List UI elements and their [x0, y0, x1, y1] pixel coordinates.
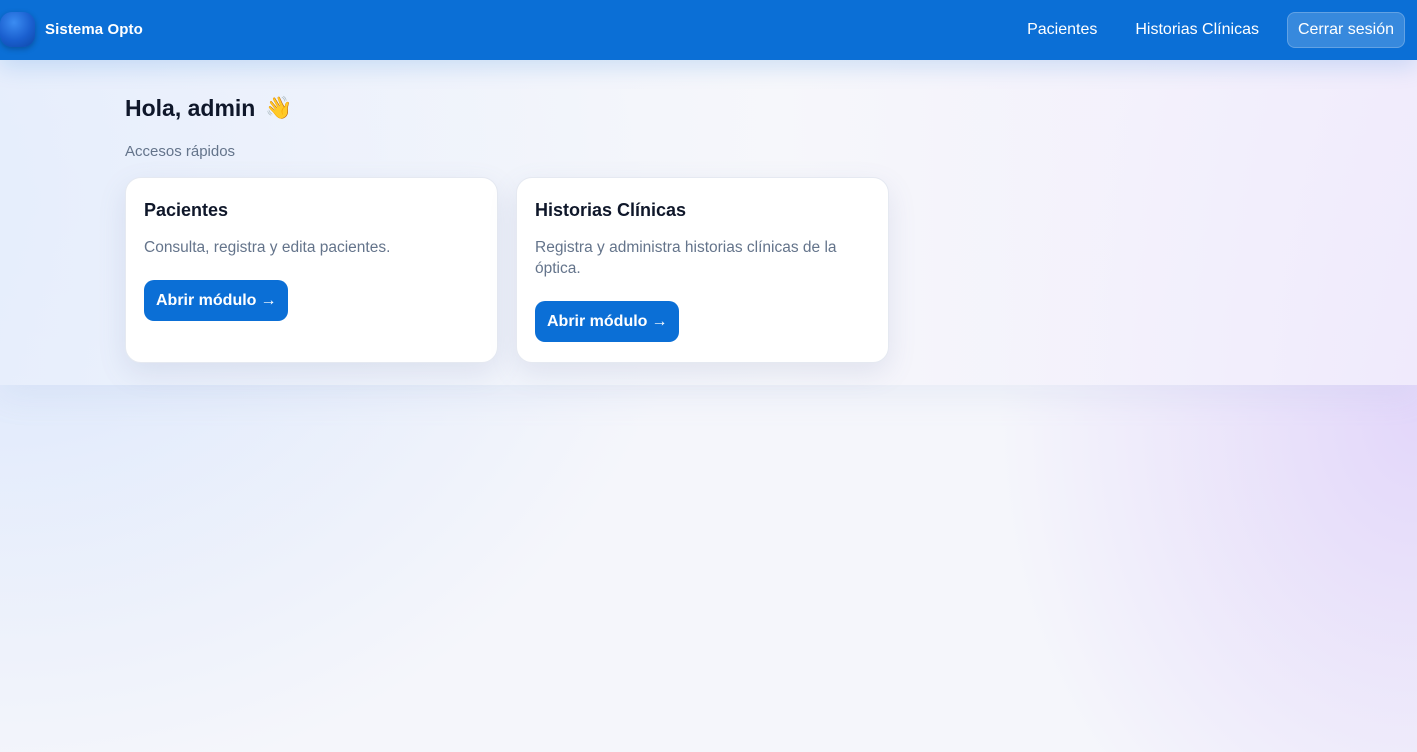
logout-button[interactable]: Cerrar sesión [1286, 11, 1405, 48]
brand-name[interactable]: Sistema Opto [45, 20, 143, 40]
page-title: Hola, admin 👋 [125, 94, 293, 122]
waving-hand-icon: 👋 [265, 95, 293, 120]
button-label: Abrir módulo [156, 291, 257, 309]
card-historias-clinicas: Historias Clínicas Registra y administra… [516, 177, 889, 363]
arrow-right-icon: → [260, 291, 277, 309]
main-nav: Pacientes Historias Clínicas Cerrar sesi… [1008, 11, 1405, 48]
card-description: Registra y administra historias clínicas… [535, 239, 837, 277]
app-logo-icon[interactable] [0, 12, 35, 47]
quick-access-label: Accesos rápidos [125, 143, 236, 160]
card-title: Historias Clínicas [535, 200, 687, 220]
open-pacientes-module-button[interactable]: Abrir módulo → [144, 280, 289, 321]
top-navbar: Sistema Opto Pacientes Historias Clínica… [0, 0, 1417, 60]
nav-link-historias-clinicas[interactable]: Historias Clínicas [1116, 11, 1278, 48]
arrow-right-icon: → [651, 312, 668, 330]
card-title: Pacientes [144, 200, 229, 220]
open-historias-module-button[interactable]: Abrir módulo → [535, 301, 680, 342]
nav-link-pacientes[interactable]: Pacientes [1008, 11, 1116, 48]
card-pacientes: Pacientes Consulta, registra y edita pac… [125, 177, 498, 363]
greeting-text: Hola, admin [125, 95, 256, 121]
card-description: Consulta, registra y edita pacientes. [144, 239, 391, 256]
button-label: Abrir módulo [547, 312, 648, 330]
